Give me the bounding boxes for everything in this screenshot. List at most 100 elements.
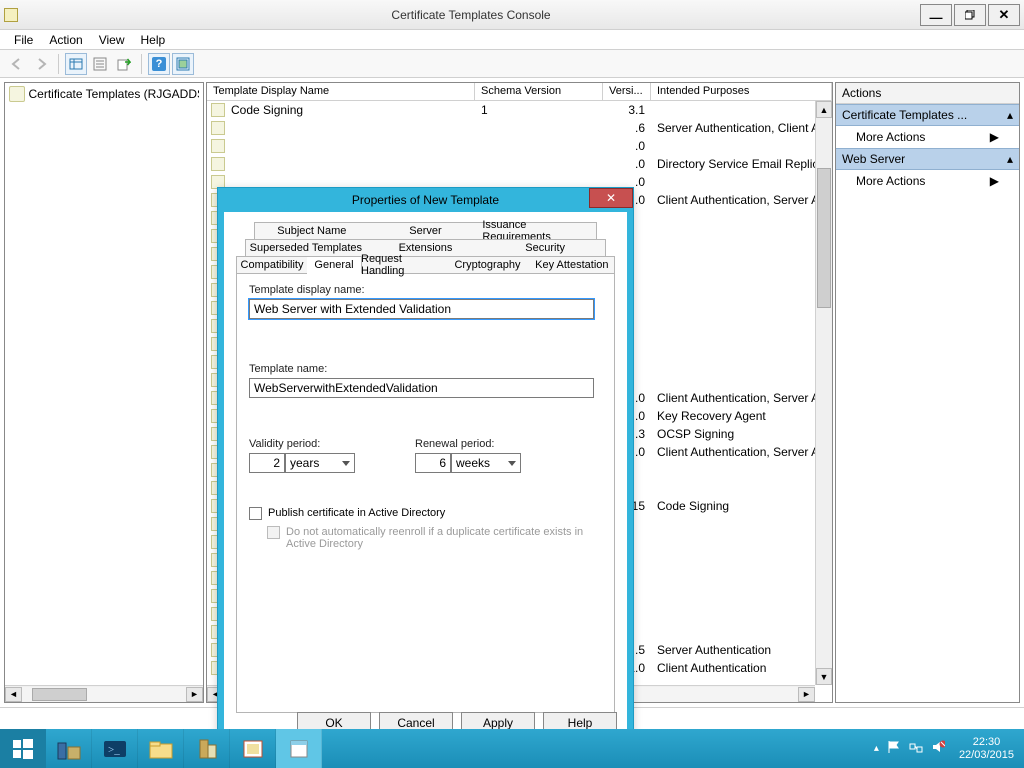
restore-button[interactable]: [954, 4, 986, 26]
task-ad-ca[interactable]: [184, 729, 230, 768]
actions-section-cert-templates[interactable]: Certificate Templates ... ▴: [836, 104, 1019, 126]
tray-volume-icon[interactable]: [931, 740, 945, 757]
menu-view[interactable]: View: [91, 31, 133, 49]
window-titlebar: Certificate Templates Console — ✕: [0, 0, 1024, 30]
app-icon: [0, 8, 22, 22]
task-cert-templates[interactable]: [230, 729, 276, 768]
publish-in-ad-checkbox-row[interactable]: Publish certificate in Active Directory: [249, 507, 602, 520]
cell-purpose: Client Authentication, Server A: [651, 391, 832, 405]
cell-version: .6: [603, 121, 651, 135]
tree-root-label: Certificate Templates (RJGADDS: [29, 87, 199, 101]
tab-page-general: Template display name: Template name: Va…: [236, 273, 615, 713]
list-row[interactable]: .6Server Authentication, Client A: [207, 119, 832, 137]
tree-root[interactable]: Certificate Templates (RJGADDS: [5, 83, 203, 105]
validity-unit-select[interactable]: years: [285, 453, 355, 473]
arrow-right-icon: ▶: [990, 174, 999, 188]
template-display-name-label: Template display name:: [249, 284, 602, 296]
collapse-icon: ▴: [1007, 152, 1013, 166]
forward-button[interactable]: [30, 53, 52, 75]
cell-name: Code Signing: [225, 103, 475, 117]
list-row[interactable]: .0Directory Service Email Replica: [207, 155, 832, 173]
tab-issuance-requirements[interactable]: Issuance Requirements: [482, 222, 597, 240]
template-icon: [211, 121, 225, 135]
tab-cryptography[interactable]: Cryptography: [445, 256, 530, 274]
dialog-close-button[interactable]: ✕: [589, 188, 633, 208]
cell-purpose: Server Authentication: [651, 643, 832, 657]
template-name-label: Template name:: [249, 363, 602, 375]
actions-sect-label: Web Server: [842, 152, 905, 166]
tab-security[interactable]: Security: [485, 239, 606, 257]
dialog-titlebar[interactable]: Properties of New Template ✕: [218, 188, 633, 212]
validity-period-label: Validity period:: [249, 438, 355, 450]
tab-server[interactable]: Server: [369, 222, 484, 240]
template-icon: [211, 139, 225, 153]
task-explorer[interactable]: [138, 729, 184, 768]
col-name[interactable]: Template Display Name: [207, 83, 475, 100]
actions-title: Actions: [836, 83, 1019, 104]
task-powershell[interactable]: >_: [92, 729, 138, 768]
toolbar-export-icon[interactable]: [113, 53, 135, 75]
cell-purpose: Code Signing: [651, 499, 832, 513]
tab-request-handling[interactable]: Request Handling: [361, 256, 446, 274]
tab-key-attestation[interactable]: Key Attestation: [530, 256, 615, 274]
cell-purpose: Key Recovery Agent: [651, 409, 832, 423]
menu-bar: File Action View Help: [0, 30, 1024, 50]
actions-sect-label: Certificate Templates ...: [842, 108, 967, 122]
validity-value-input[interactable]: [249, 453, 285, 473]
actions-item-label: More Actions: [856, 174, 925, 188]
col-version[interactable]: Versi...: [603, 83, 651, 100]
tab-superseded-templates[interactable]: Superseded Templates: [245, 239, 367, 257]
svg-text:>_: >_: [108, 744, 120, 756]
start-button[interactable]: [0, 729, 46, 768]
list-row[interactable]: .0: [207, 137, 832, 155]
tab-general[interactable]: General: [307, 256, 362, 274]
no-reenroll-checkbox: [267, 526, 280, 539]
actions-panel: Actions Certificate Templates ... ▴ More…: [835, 82, 1020, 703]
cell-schema: 1: [475, 103, 603, 117]
more-actions-item[interactable]: More Actions ▶: [836, 126, 1019, 148]
publish-in-ad-checkbox[interactable]: [249, 507, 262, 520]
toolbar-properties-icon[interactable]: [89, 53, 111, 75]
tab-compatibility[interactable]: Compatibility: [236, 256, 308, 274]
toolbar-list-icon[interactable]: [65, 53, 87, 75]
close-button[interactable]: ✕: [988, 4, 1020, 26]
menu-file[interactable]: File: [6, 31, 41, 49]
list-header: Template Display Name Schema Version Ver…: [207, 83, 832, 101]
tree-panel: Certificate Templates (RJGADDS ◄ ►: [4, 82, 204, 703]
task-properties-dialog[interactable]: [276, 729, 322, 768]
taskbar-clock[interactable]: 22:30 22/03/2015: [953, 736, 1020, 762]
main-area: Certificate Templates (RJGADDS ◄ ► Templ…: [0, 78, 1024, 707]
menu-action[interactable]: Action: [41, 31, 90, 49]
renewal-period-label: Renewal period:: [415, 438, 521, 450]
col-purpose[interactable]: Intended Purposes: [651, 83, 832, 100]
tray-flag-icon[interactable]: [887, 740, 901, 757]
menu-help[interactable]: Help: [133, 31, 174, 49]
tray-network-icon[interactable]: [909, 740, 923, 757]
more-actions-item[interactable]: More Actions ▶: [836, 170, 1019, 192]
renewal-unit-select[interactable]: weeks: [451, 453, 521, 473]
tray-overflow-icon[interactable]: ▴: [874, 743, 879, 754]
toolbar-template-icon[interactable]: [172, 53, 194, 75]
minimize-button[interactable]: —: [920, 4, 952, 26]
actions-section-web-server[interactable]: Web Server ▴: [836, 148, 1019, 170]
validity-unit-value: years: [290, 456, 319, 470]
tab-strip: Subject Name Server Issuance Requirement…: [236, 222, 615, 273]
col-schema[interactable]: Schema Version: [475, 83, 603, 100]
cell-purpose: Directory Service Email Replica: [651, 157, 832, 171]
task-server-manager[interactable]: [46, 729, 92, 768]
list-row[interactable]: Code Signing13.1: [207, 101, 832, 119]
cell-purpose: Server Authentication, Client A: [651, 121, 832, 135]
renewal-value-input[interactable]: [415, 453, 451, 473]
back-button[interactable]: [6, 53, 28, 75]
clock-time: 22:30: [959, 736, 1014, 749]
tree-hscroll[interactable]: ◄ ►: [5, 685, 203, 702]
tab-subject-name[interactable]: Subject Name: [254, 222, 370, 240]
template-name-input[interactable]: [249, 378, 594, 398]
clock-date: 22/03/2015: [959, 749, 1014, 762]
cell-purpose: Client Authentication, Server A: [651, 445, 832, 459]
no-reenroll-label: Do not automatically reenroll if a dupli…: [286, 526, 586, 550]
help-icon[interactable]: ?: [148, 53, 170, 75]
list-vscroll[interactable]: ▲ ▼: [815, 101, 832, 685]
template-display-name-input[interactable]: [249, 299, 594, 319]
certificate-templates-icon: [9, 86, 25, 102]
